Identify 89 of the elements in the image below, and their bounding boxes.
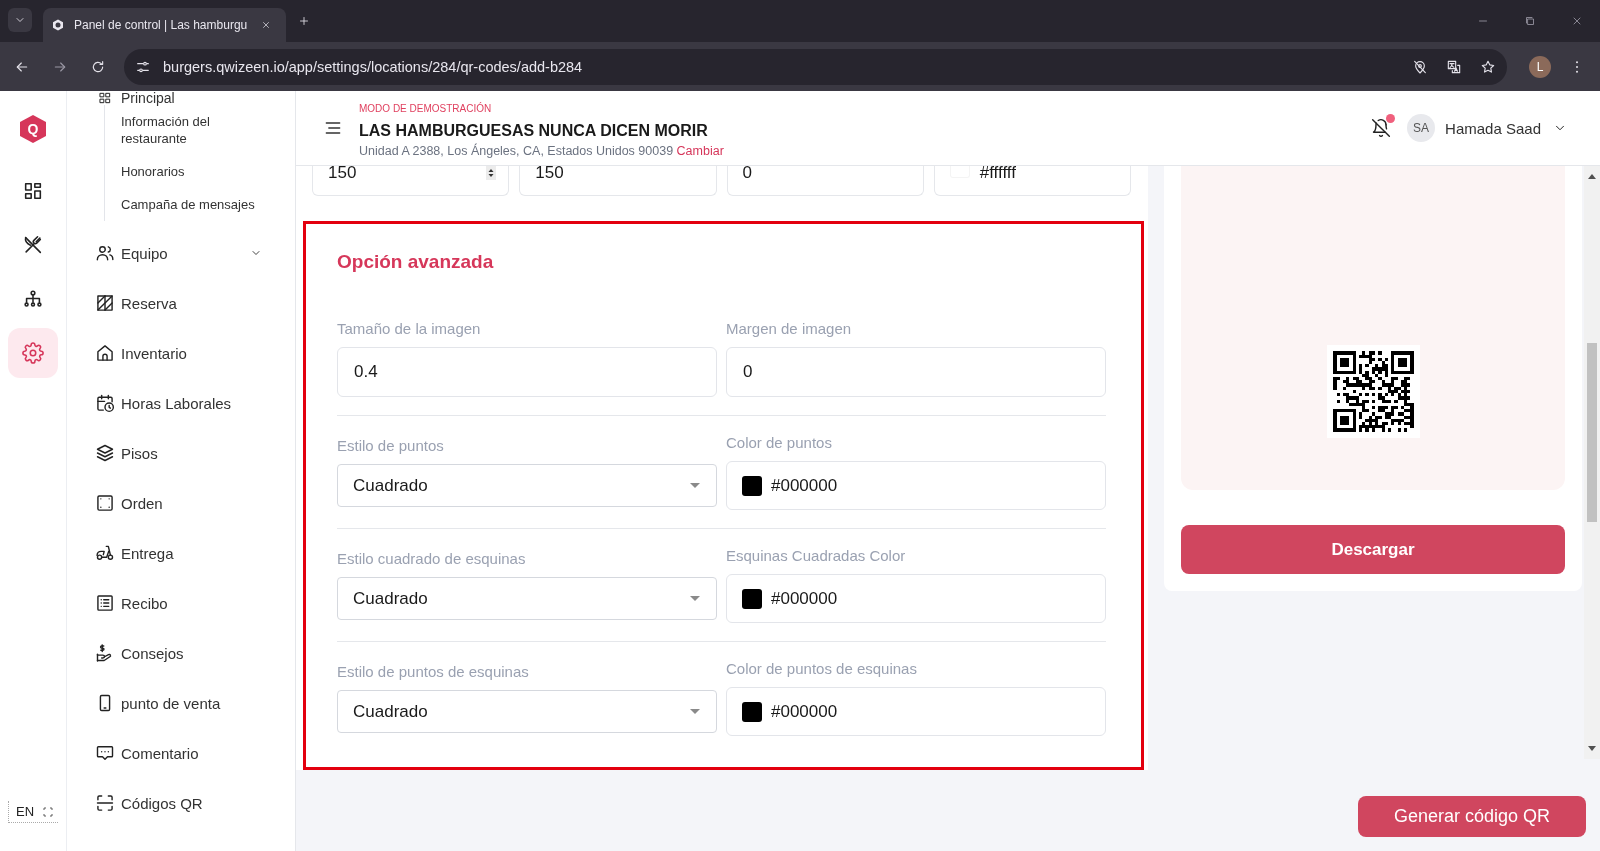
color-input[interactable]: #ffffff — [933, 166, 1131, 196]
grid-icon — [98, 91, 112, 105]
user-name[interactable]: Hamada Saad — [1445, 119, 1541, 137]
sidebar-item[interactable]: Códigos QR — [67, 778, 295, 828]
number-input[interactable]: 150 — [312, 166, 510, 196]
change-link[interactable]: Cambiar — [676, 144, 724, 158]
download-button[interactable]: Descargar — [1181, 525, 1565, 574]
close-icon[interactable] — [261, 20, 271, 30]
reload-icon[interactable] — [90, 58, 106, 75]
language-button[interactable]: EN — [7, 801, 59, 823]
browser-tab[interactable]: Panel de control | Las hamburgu — [43, 8, 286, 42]
sidebar-item[interactable]: Equipo — [67, 228, 295, 278]
color-input[interactable]: #000000 — [726, 687, 1106, 736]
color-swatch-icon[interactable] — [742, 701, 762, 722]
cutlery-icon — [22, 234, 44, 256]
bell-off-icon[interactable] — [1371, 118, 1392, 138]
field-label: Color de puntos de esquinas — [726, 660, 918, 678]
color-swatch-icon[interactable] — [949, 166, 970, 178]
style-select[interactable]: Cuadrado — [337, 464, 717, 507]
field-label: Color de puntos — [726, 434, 833, 452]
users-icon — [95, 243, 115, 263]
bookmark-star-icon[interactable] — [1480, 58, 1496, 75]
user-avatar[interactable]: SA — [1407, 114, 1436, 142]
list-icon — [95, 593, 115, 613]
field-label: Estilo de puntos de esquinas — [337, 663, 530, 681]
sidebar-item[interactable]: Orden — [67, 478, 295, 528]
sidebar-subitem[interactable]: Honorarios — [105, 155, 271, 188]
location-off-icon[interactable] — [1412, 58, 1428, 75]
favicon-icon — [52, 19, 64, 31]
new-tab-icon[interactable] — [298, 15, 310, 27]
text-input[interactable]: 0.4 — [337, 347, 717, 397]
sidebar-item[interactable]: Comentario — [67, 728, 295, 778]
field-label: Margen de imagen — [726, 320, 853, 338]
color-swatch-icon[interactable] — [742, 588, 762, 609]
tab-search-button[interactable] — [8, 8, 32, 32]
sidebar-item[interactable]: Principal — [121, 91, 175, 105]
scrollbar[interactable] — [1584, 166, 1600, 759]
translate-icon[interactable] — [1446, 58, 1462, 75]
scroll-up-icon[interactable] — [1588, 174, 1596, 179]
scooter-icon — [95, 543, 115, 563]
address-bar[interactable]: burgers.qwizeen.io/app/settings/locations/284/qr-codes/add-b284 — [124, 48, 1507, 85]
field-label: Estilo de puntos — [337, 437, 445, 455]
style-select[interactable]: Cuadrado — [337, 690, 717, 733]
section-title: Opción avanzada — [337, 251, 495, 273]
sidebar-item[interactable]: Pisos — [67, 428, 295, 478]
sidebar-subitem[interactable]: Campaña de mensajes — [105, 188, 271, 221]
sidebar-item[interactable]: Horas Laborales — [67, 378, 295, 428]
dotted-square-icon — [95, 493, 115, 513]
sidebar-item[interactable]: Reserva — [67, 278, 295, 328]
house-icon — [95, 343, 115, 363]
sidebar-item[interactable]: punto de venta — [67, 678, 295, 728]
settings-icon — [22, 342, 44, 364]
sidebar-item[interactable]: Entrega — [67, 528, 295, 578]
hatched-square-icon — [95, 293, 115, 313]
color-swatch-icon[interactable] — [742, 475, 762, 496]
calendar-clock-icon — [95, 393, 115, 413]
restore-icon[interactable] — [1523, 15, 1536, 27]
layers-icon — [95, 443, 115, 463]
text-input[interactable]: 150 — [519, 166, 717, 196]
restaurant-address: Unidad A 2388, Los Ángeles, CA, Estados Unidos 90039 Cambiar — [359, 143, 724, 159]
field-label: Tamaño de la imagen — [337, 320, 482, 338]
generate-qr-button[interactable]: Generar código QR — [1357, 796, 1586, 837]
field-label: Esquinas Cuadradas Color — [726, 547, 907, 565]
text-input[interactable]: 0 — [726, 347, 1106, 397]
demo-mode-label: MODO DE DEMOSTRACIÓN — [359, 103, 493, 115]
scan-corners-icon — [42, 805, 55, 818]
sidebar-item[interactable]: Inventario — [67, 328, 295, 378]
sidebar-item[interactable]: Consejos — [67, 628, 295, 678]
layout-icon — [22, 180, 44, 202]
profile-avatar[interactable]: L — [1529, 55, 1551, 78]
text-input[interactable]: 0 — [726, 166, 924, 196]
style-select[interactable]: Cuadrado — [337, 577, 717, 620]
restaurant-name: LAS HAMBURGUESAS NUNCA DICEN MORIR — [359, 121, 709, 141]
hierarchy-icon — [22, 288, 44, 310]
scan-frame-icon — [95, 793, 115, 813]
scroll-down-icon[interactable] — [1588, 746, 1596, 751]
spinner-icon[interactable] — [486, 166, 497, 180]
app-logo[interactable]: Q — [20, 115, 46, 143]
caret-down-icon — [690, 709, 700, 714]
caret-down-icon — [690, 596, 700, 601]
color-input[interactable]: #000000 — [726, 574, 1106, 623]
scrollbar-thumb[interactable] — [1587, 343, 1597, 522]
field-label: Estilo cuadrado de esquinas — [337, 550, 527, 568]
chat-icon — [95, 743, 115, 763]
qr-code-icon — [1326, 345, 1420, 438]
color-input[interactable]: #000000 — [726, 461, 1106, 510]
caret-down-icon — [690, 483, 700, 488]
sidebar-subitem[interactable]: Información del restaurante — [105, 105, 271, 155]
sidebar-item[interactable]: Recibo — [67, 578, 295, 628]
